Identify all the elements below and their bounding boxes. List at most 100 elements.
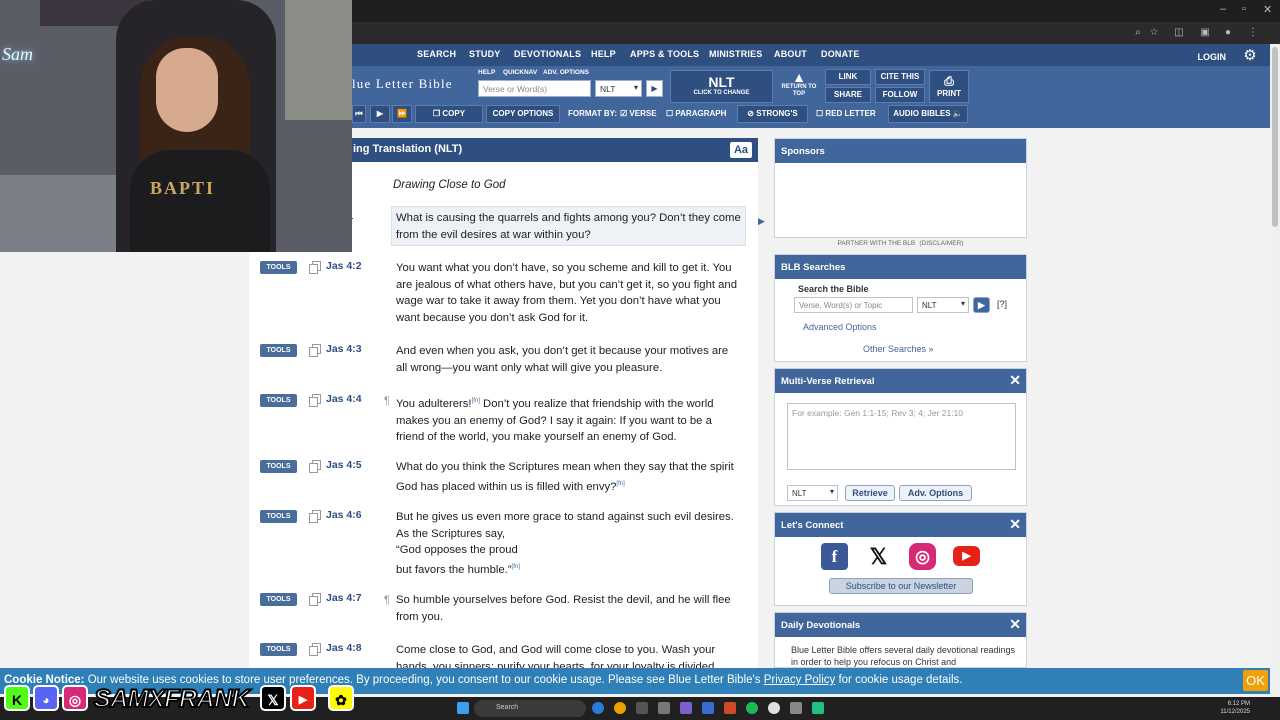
extensions-icon[interactable]: ◫	[1172, 26, 1186, 40]
edge-icon[interactable]	[592, 702, 604, 714]
privacy-policy-link[interactable]: Privacy Policy	[764, 674, 836, 686]
follow-button[interactable]: FOLLOW	[875, 87, 925, 103]
verse-ref[interactable]: Jas 4:8	[326, 642, 362, 654]
page-scrollbar[interactable]	[1270, 44, 1280, 697]
windows-start-icon[interactable]	[457, 702, 469, 714]
footnote-link[interactable]: [fn]	[616, 481, 624, 487]
tools-button[interactable]: TOOLS	[260, 643, 297, 656]
cite-this-button[interactable]: CITE THIS	[875, 69, 925, 85]
close-icon[interactable]: ✕	[1009, 372, 1021, 388]
copy-button[interactable]: ❐ COPY	[415, 105, 483, 123]
fast-forward-icon[interactable]: ⏩	[392, 105, 412, 123]
other-searches-link[interactable]: Other Searches »	[863, 344, 934, 354]
maximize-button[interactable]: ▫	[1242, 3, 1246, 15]
settings-icon[interactable]	[790, 702, 802, 714]
print-button[interactable]: ⎙ PRINT	[929, 70, 969, 103]
return-to-top-button[interactable]: ▲ RETURN TO TOP	[780, 70, 818, 103]
site-logo[interactable]: lue Letter Bible	[352, 76, 453, 92]
font-size-button[interactable]: Aa	[730, 142, 752, 158]
share-button[interactable]: SHARE	[825, 87, 871, 103]
verse-ref[interactable]: Jas 4:5	[326, 459, 362, 471]
change-version-button[interactable]: NLT CLICK TO CHANGE	[670, 70, 773, 103]
nav-donate[interactable]: DONATE	[821, 49, 860, 59]
nav-about[interactable]: ABOUT	[774, 49, 807, 59]
verse-ref[interactable]: Jas 4:6	[326, 509, 362, 521]
spotify-icon[interactable]	[746, 702, 758, 714]
app-icon[interactable]	[812, 702, 824, 714]
verse-ref[interactable]: Jas 4:3	[326, 343, 362, 355]
taskbar-clock[interactable]: 6:12 PM 11/12/2025	[1220, 700, 1250, 716]
tools-button[interactable]: TOOLS	[260, 344, 297, 357]
app-icon[interactable]	[680, 702, 692, 714]
zoom-icon[interactable]: ⌕	[1131, 26, 1145, 40]
sidebar-search-input[interactable]: Verse, Word(s) or Topic	[794, 297, 913, 313]
nav-search[interactable]: SEARCH	[417, 49, 456, 59]
newsletter-button[interactable]: Subscribe to our Newsletter	[829, 578, 973, 594]
copy-verse-icon[interactable]	[309, 344, 321, 357]
footnote-link[interactable]: [fn]	[512, 564, 520, 570]
chrome-icon[interactable]	[614, 702, 626, 714]
profile-icon[interactable]: ●	[1221, 26, 1235, 40]
copy-verse-icon[interactable]	[309, 460, 321, 473]
login-link[interactable]: LOGIN	[1198, 52, 1227, 62]
copy-verse-icon[interactable]	[309, 261, 321, 274]
sidebar-version-select[interactable]: NLT	[917, 297, 969, 313]
close-icon[interactable]: ✕	[1009, 516, 1021, 532]
facebook-icon[interactable]: f	[821, 543, 848, 570]
tools-button[interactable]: TOOLS	[260, 460, 297, 473]
mvr-textarea[interactable]: For example: Gen 1:1-15; Rev 3; 4; Jer 2…	[787, 403, 1016, 470]
taskbar-search[interactable]: Search	[474, 700, 586, 717]
nav-study[interactable]: STUDY	[469, 49, 501, 59]
play-icon[interactable]: ▶	[370, 105, 390, 123]
partner-note[interactable]: PARTNER WITH THE BLB (DISCLAIMER)	[774, 238, 1027, 247]
task-view-icon[interactable]	[636, 702, 648, 714]
verse-ref[interactable]: Jas 4:7	[326, 592, 362, 604]
quicknav-link[interactable]: QUICKNAV	[503, 69, 537, 76]
strongs-toggle[interactable]: ⊘ STRONG'S	[737, 105, 808, 123]
nav-help[interactable]: HELP	[591, 49, 616, 59]
x-icon[interactable]: 𝕏	[865, 543, 892, 570]
scroll-thumb[interactable]	[1272, 47, 1278, 227]
sidebar-search-go[interactable]: ▶	[973, 297, 990, 313]
gear-icon[interactable]: ⚙	[1240, 46, 1260, 66]
mvr-version-select[interactable]: NLT	[787, 485, 838, 501]
copy-options-button[interactable]: COPY OPTIONS	[486, 105, 560, 123]
audio-bibles-button[interactable]: AUDIO BIBLES 🔈	[888, 105, 968, 123]
paragraph-format-option[interactable]: ☐ PARAGRAPH	[666, 109, 726, 118]
verse-ref[interactable]: Jas 4:2	[326, 260, 362, 272]
copy-verse-icon[interactable]	[309, 593, 321, 606]
verse-ref[interactable]: Jas 4:4	[326, 393, 362, 405]
tab-search-icon[interactable]: ▣	[1198, 26, 1212, 40]
search-help-link[interactable]: [?]	[997, 299, 1007, 309]
link-button[interactable]: LINK	[825, 69, 871, 85]
copy-verse-icon[interactable]	[309, 510, 321, 523]
search-go-button[interactable]: ▶	[646, 80, 663, 97]
version-select[interactable]: NLT	[595, 80, 642, 97]
minimize-button[interactable]: –	[1220, 3, 1226, 15]
copy-verse-icon[interactable]	[309, 394, 321, 407]
nav-devotionals[interactable]: DEVOTIONALS	[514, 49, 581, 59]
chevron-right-icon[interactable]: ▶	[758, 216, 765, 227]
tools-button[interactable]: TOOLS	[260, 510, 297, 523]
advanced-options-link[interactable]: Advanced Options	[803, 322, 877, 332]
tools-button[interactable]: TOOLS	[260, 593, 297, 606]
disclaimer-link[interactable]: (DISCLAIMER)	[919, 240, 963, 247]
footnote-link[interactable]: [fn]	[472, 398, 480, 404]
copy-verse-icon[interactable]	[309, 643, 321, 656]
tools-button[interactable]: TOOLS	[260, 394, 297, 407]
nav-apps-tools[interactable]: APPS & TOOLS	[630, 49, 699, 59]
nav-ministries[interactable]: MINISTRIES	[709, 49, 763, 59]
help-mini-link[interactable]: HELP	[478, 69, 495, 76]
partner-link[interactable]: PARTNER WITH THE BLB	[838, 240, 916, 247]
close-window-button[interactable]: ✕	[1263, 3, 1272, 16]
rewind-icon[interactable]: ⏮	[352, 105, 366, 123]
adv-options-link[interactable]: ADV. OPTIONS	[543, 69, 589, 76]
bookmark-star-icon[interactable]: ☆	[1147, 26, 1161, 40]
verse-format-option[interactable]: ☑ VERSE	[620, 109, 657, 118]
app-icon[interactable]	[702, 702, 714, 714]
verse-search-input[interactable]: Verse or Word(s)	[478, 80, 591, 97]
app-icon[interactable]	[724, 702, 736, 714]
store-icon[interactable]	[658, 702, 670, 714]
red-letter-toggle[interactable]: ☐ RED LETTER	[816, 109, 876, 118]
cookie-ok-button[interactable]: OK	[1243, 670, 1268, 691]
